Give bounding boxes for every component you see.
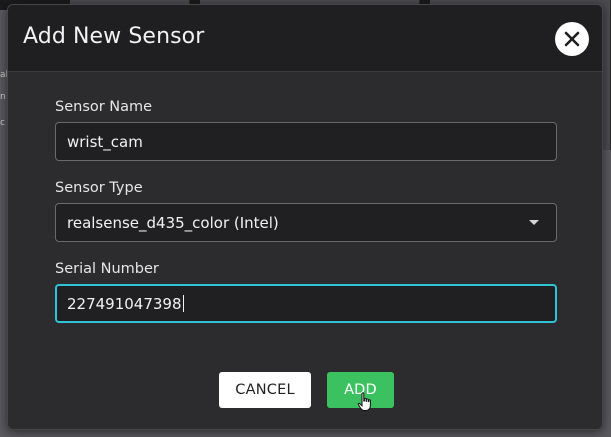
add-sensor-dialog: Add New Sensor Sensor Name wrist_cam Sen… bbox=[7, 4, 603, 430]
serial-number-value: 227491047398 bbox=[67, 294, 182, 313]
close-icon bbox=[564, 31, 580, 47]
cancel-button-label: CANCEL bbox=[235, 382, 295, 398]
sensor-type-label: Sensor Type bbox=[55, 180, 143, 196]
sensor-name-label: Sensor Name bbox=[55, 99, 153, 115]
close-button[interactable] bbox=[555, 22, 589, 56]
serial-number-label: Serial Number bbox=[55, 261, 159, 277]
sensor-name-input[interactable]: wrist_cam bbox=[55, 122, 557, 161]
dialog-title: Add New Sensor bbox=[23, 24, 205, 49]
text-caret bbox=[182, 295, 184, 312]
cancel-button[interactable]: CANCEL bbox=[219, 372, 311, 408]
sensor-type-select[interactable]: realsense_d435_color (Intel) bbox=[55, 203, 557, 242]
hand-cursor-icon bbox=[357, 392, 371, 411]
bg-side-text: c bbox=[0, 118, 5, 128]
bg-side-text: n bbox=[0, 92, 6, 102]
sensor-name-value: wrist_cam bbox=[67, 132, 143, 151]
caret-down-icon bbox=[529, 220, 539, 225]
serial-number-input[interactable]: 227491047398 bbox=[55, 284, 557, 323]
sensor-type-value: realsense_d435_color (Intel) bbox=[67, 213, 279, 232]
dialog-header: Add New Sensor bbox=[8, 5, 602, 72]
